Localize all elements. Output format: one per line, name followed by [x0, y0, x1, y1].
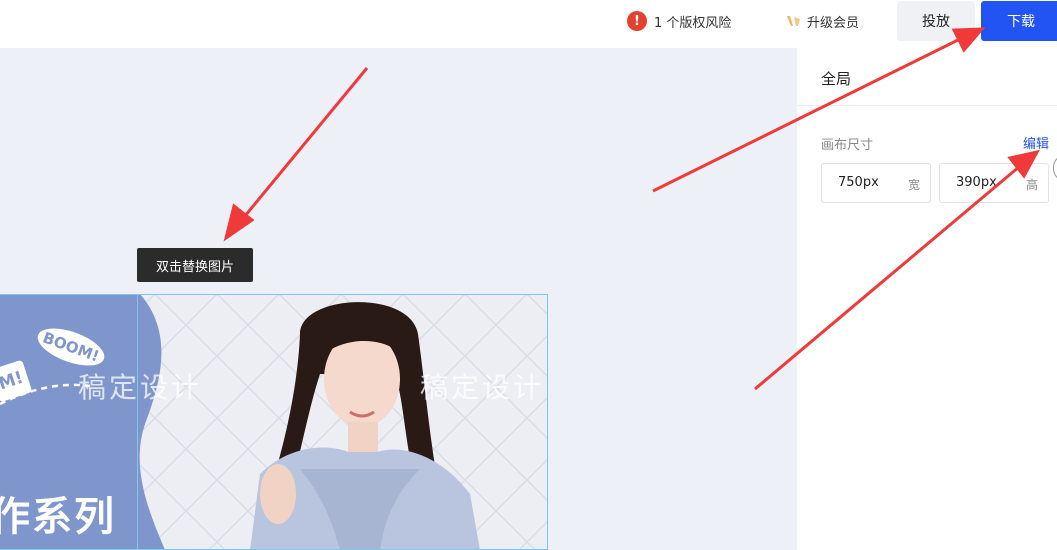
canvas-height-field[interactable]: 390px 高: [939, 163, 1049, 203]
canvas-width-unit: 宽: [907, 178, 920, 192]
panel-title: 全局: [821, 70, 852, 88]
selection-divider: [137, 294, 138, 550]
copyright-risk-label: 1 个版权风险: [654, 15, 732, 31]
canvas-width-value: 750px: [838, 175, 879, 190]
put-button[interactable]: 投放: [897, 1, 975, 41]
upgrade-vip-link[interactable]: 升级会员: [786, 10, 859, 32]
copyright-risk-indicator[interactable]: ! 1 个版权风险: [627, 10, 731, 32]
panel-collapse-handle[interactable]: [1053, 155, 1057, 181]
canvas-height-unit: 高: [1025, 178, 1038, 192]
top-bar: ! 1 个版权风险 升级会员 投放 下载: [0, 0, 1057, 48]
replace-image-tooltip: 双击替换图片: [137, 248, 253, 282]
canvas-width-field[interactable]: 750px 宽: [821, 163, 931, 203]
download-button[interactable]: 下载: [981, 1, 1057, 41]
watermark: 稿定设计: [78, 371, 203, 404]
canvas-height-value: 390px: [956, 175, 997, 190]
canvas-size-label: 画布尺寸: [821, 138, 874, 153]
exclamation-circle-icon: !: [627, 11, 647, 31]
edit-size-link[interactable]: 编辑: [1023, 133, 1049, 152]
design-canvas[interactable]: BOOM! M! 作系列 稿定设计 稿定设计: [0, 294, 548, 550]
banner-headline: 作系列: [0, 494, 116, 540]
properties-panel: 全局 画布尺寸 编辑 750px 宽 390px 高: [797, 48, 1057, 550]
vip-crown-icon: [787, 16, 800, 26]
upgrade-vip-label: 升级会员: [807, 15, 860, 31]
panel-divider: [797, 105, 1057, 106]
watermark: 稿定设计: [420, 371, 545, 404]
